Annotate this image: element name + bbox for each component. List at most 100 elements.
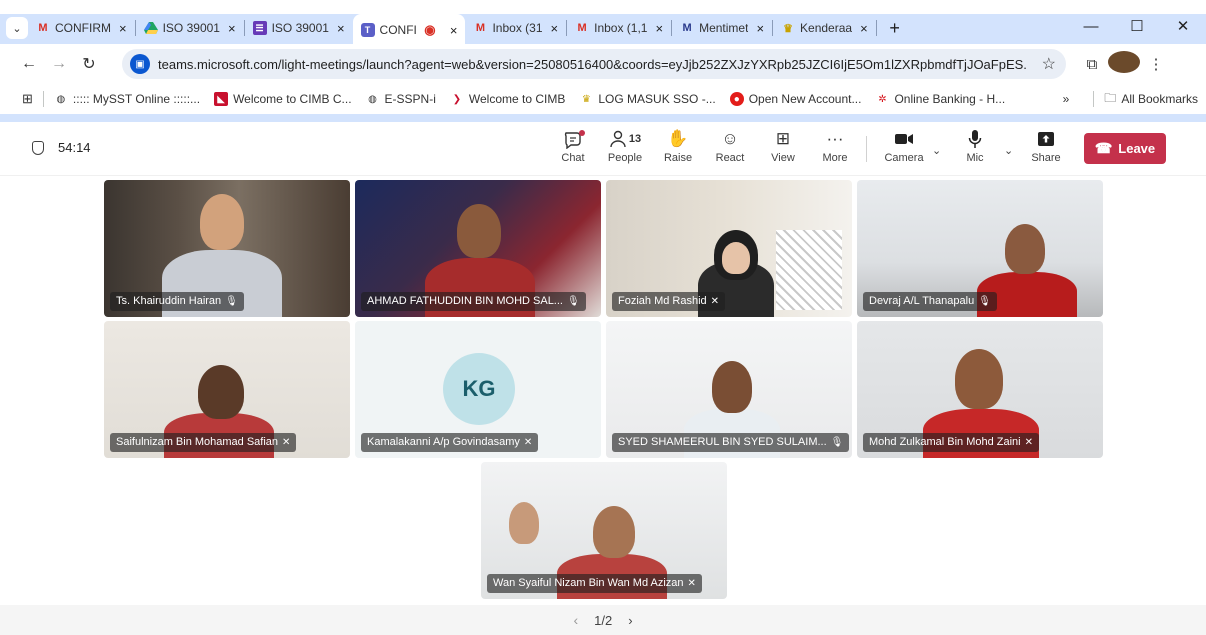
bookmark-esspn[interactable]: ◍ E-SSPN-i — [366, 92, 436, 106]
tab-forms-iso[interactable]: ☰ ISO 39001 × — [245, 14, 353, 42]
video-figure — [593, 506, 635, 558]
tab-mentimeter[interactable]: M Mentimet × — [672, 14, 772, 42]
gmail-icon: M — [577, 22, 587, 34]
extensions-icon[interactable]: ⧉ — [1076, 56, 1108, 73]
meeting-timer: 54:14 — [32, 140, 91, 155]
mic-muted-icon: ✕ — [1024, 437, 1034, 448]
maximize-icon[interactable]: ☐ — [1114, 12, 1160, 42]
participant-tile[interactable]: Devraj A/L Thanapalu 🎙 — [857, 180, 1103, 317]
crest-icon: ♛ — [581, 93, 591, 105]
tab-bar: ⌄ M CONFIRM × ISO 39001 × ☰ ISO 39001 × … — [0, 12, 1206, 46]
tab-title: CONFIRM — [55, 21, 111, 35]
chevron-right-icon[interactable]: › — [628, 613, 632, 628]
back-arrow-icon[interactable]: ← — [14, 55, 44, 73]
camera-label: Camera — [884, 152, 924, 164]
profile-avatar[interactable] — [1108, 51, 1140, 77]
bookmark-cimb-c[interactable]: ◣ Welcome to CIMB C... — [214, 92, 352, 106]
participant-name: Ts. Khairuddin Hairan — [116, 295, 222, 307]
people-count: 13 — [628, 133, 642, 145]
leave-button[interactable]: ☎ Leave — [1084, 133, 1166, 164]
browser-toolbar: ← → ↻ ▣ teams.microsoft.com/light-meetin… — [0, 44, 1206, 84]
mic-button[interactable]: Mic — [951, 128, 999, 164]
bookmark-online-banking[interactable]: ✲ Online Banking - H... — [875, 92, 1005, 106]
participant-name: Foziah Md Rashid — [618, 295, 707, 307]
tab-drive-iso[interactable]: ISO 39001 × — [136, 14, 244, 42]
people-icon-wrap: 13 — [601, 128, 649, 150]
share-button[interactable]: Share — [1022, 128, 1070, 164]
menu-kebab-icon[interactable]: ⋮ — [1140, 55, 1172, 73]
drive-icon — [143, 21, 158, 35]
mic-on-icon: 🎙 — [830, 437, 844, 448]
participant-name: Kamalakanni A/p Govindasamy — [367, 436, 520, 448]
more-button[interactable]: ··· More — [811, 128, 859, 164]
participant-tile[interactable]: AHMAD FATHUDDIN BIN MOHD SAL... 🎙 — [355, 180, 601, 317]
bookmark-new-account[interactable]: ● Open New Account... — [729, 92, 861, 106]
bookmark-mysst[interactable]: ◍::::: MySST Online :::::... — [54, 92, 201, 106]
more-bookmarks-button[interactable]: » — [1063, 92, 1070, 106]
participant-tile[interactable]: Saifulnizam Bin Mohamad Safian ✕ — [104, 321, 350, 458]
address-bar[interactable]: ▣ teams.microsoft.com/light-meetings/lau… — [122, 49, 1066, 79]
mic-on-icon: 🎙 — [566, 296, 580, 307]
participant-tile[interactable]: SYED SHAMEERUL BIN SYED SULAIM... 🎙 — [606, 321, 852, 458]
minimize-icon[interactable]: — — [1068, 12, 1114, 42]
close-icon[interactable]: × — [228, 21, 236, 36]
participant-name-tag: Kamalakanni A/p Govindasamy ✕ — [361, 433, 539, 452]
camera-button[interactable]: Camera — [880, 128, 928, 164]
apps-grid-icon[interactable]: ⊞ — [22, 91, 33, 107]
raise-hand-button[interactable]: ✋ Raise — [654, 128, 702, 164]
mic-muted-icon: ✕ — [710, 296, 720, 307]
bookmark-cimb[interactable]: ❯ Welcome to CIMB — [450, 92, 566, 106]
camera-icon — [880, 128, 928, 150]
new-tab-button[interactable]: + — [883, 18, 907, 39]
react-button[interactable]: ☺ React — [706, 128, 754, 164]
participant-tile[interactable]: KG Kamalakanni A/p Govindasamy ✕ — [355, 321, 601, 458]
tab-gmail-inbox-1[interactable]: M Inbox (31 × — [465, 14, 566, 42]
tab-title: Inbox (31 — [492, 21, 543, 35]
gmail-icon: M — [38, 22, 48, 34]
bookmark-separator — [1093, 91, 1095, 107]
menti-icon: M — [682, 22, 692, 34]
tab-title: ISO 39001 — [162, 21, 220, 35]
meeting-toolbar: 54:14 Chat 13 People ✋ Raise ☺ React ⊞ V… — [0, 122, 1206, 176]
camera-options-chevron-icon[interactable]: ⌄ — [932, 144, 941, 157]
view-button[interactable]: ⊞ View — [759, 128, 807, 164]
participant-tile[interactable]: Mohd Zulkamal Bin Mohd Zaini ✕ — [857, 321, 1103, 458]
close-icon[interactable]: × — [450, 23, 458, 38]
toolbar-right: ⧉ ⋮ — [1076, 44, 1172, 84]
bookmark-sso[interactable]: ♛ LOG MASUK SSO -... — [579, 92, 716, 106]
tab-title: Kenderaa — [800, 21, 853, 35]
all-bookmarks-button[interactable]: All Bookmarks — [1121, 92, 1198, 106]
tab-gmail-confirm[interactable]: M CONFIRM × — [28, 14, 135, 42]
close-window-icon[interactable]: ✕ — [1160, 12, 1206, 42]
chat-button[interactable]: Chat — [549, 128, 597, 164]
site-info-icon[interactable]: ▣ — [130, 54, 150, 74]
close-icon[interactable]: × — [860, 21, 868, 36]
participant-tile[interactable]: Ts. Khairuddin Hairan 🎙 — [104, 180, 350, 317]
star-icon[interactable]: ☆ — [1042, 54, 1056, 74]
close-icon[interactable]: × — [337, 21, 345, 36]
participant-initials-avatar: KG — [443, 353, 515, 425]
participant-tile[interactable]: Wan Syaiful Nizam Bin Wan Md Azizan ✕ — [481, 462, 727, 599]
url-text[interactable]: teams.microsoft.com/light-meetings/launc… — [158, 57, 1028, 72]
forward-arrow-icon[interactable]: → — [44, 55, 74, 73]
bookmarks-bar: ⊞ ◍::::: MySST Online :::::... ◣ Welcome … — [0, 84, 1206, 114]
tab-search-button[interactable]: ⌄ — [6, 17, 28, 39]
grid-view-icon: ⊞ — [775, 129, 791, 148]
participant-tile[interactable]: Foziah Md Rashid ✕ — [606, 180, 852, 317]
mic-options-chevron-icon[interactable]: ⌄ — [1004, 144, 1013, 157]
close-icon[interactable]: × — [551, 21, 559, 36]
participant-name: Saifulnizam Bin Mohamad Safian — [116, 436, 279, 448]
close-icon[interactable]: × — [756, 21, 764, 36]
people-button[interactable]: 13 People — [601, 128, 649, 164]
tab-kenderaan[interactable]: ♛ Kenderaa × — [773, 14, 876, 42]
close-icon[interactable]: × — [119, 21, 127, 36]
reload-icon[interactable]: ↻ — [74, 54, 104, 74]
chevron-left-icon[interactable]: ‹ — [573, 612, 578, 628]
close-icon[interactable]: × — [655, 21, 663, 36]
participant-name-tag: Wan Syaiful Nizam Bin Wan Md Azizan ✕ — [487, 574, 702, 593]
tab-gmail-inbox-2[interactable]: M Inbox (1,1 × — [567, 14, 671, 42]
tab-teams-active[interactable]: T CONFI ◉ × — [352, 14, 466, 46]
video-figure — [509, 502, 539, 544]
avatar — [1108, 51, 1140, 73]
participant-name: AHMAD FATHUDDIN BIN MOHD SAL... — [367, 295, 563, 307]
